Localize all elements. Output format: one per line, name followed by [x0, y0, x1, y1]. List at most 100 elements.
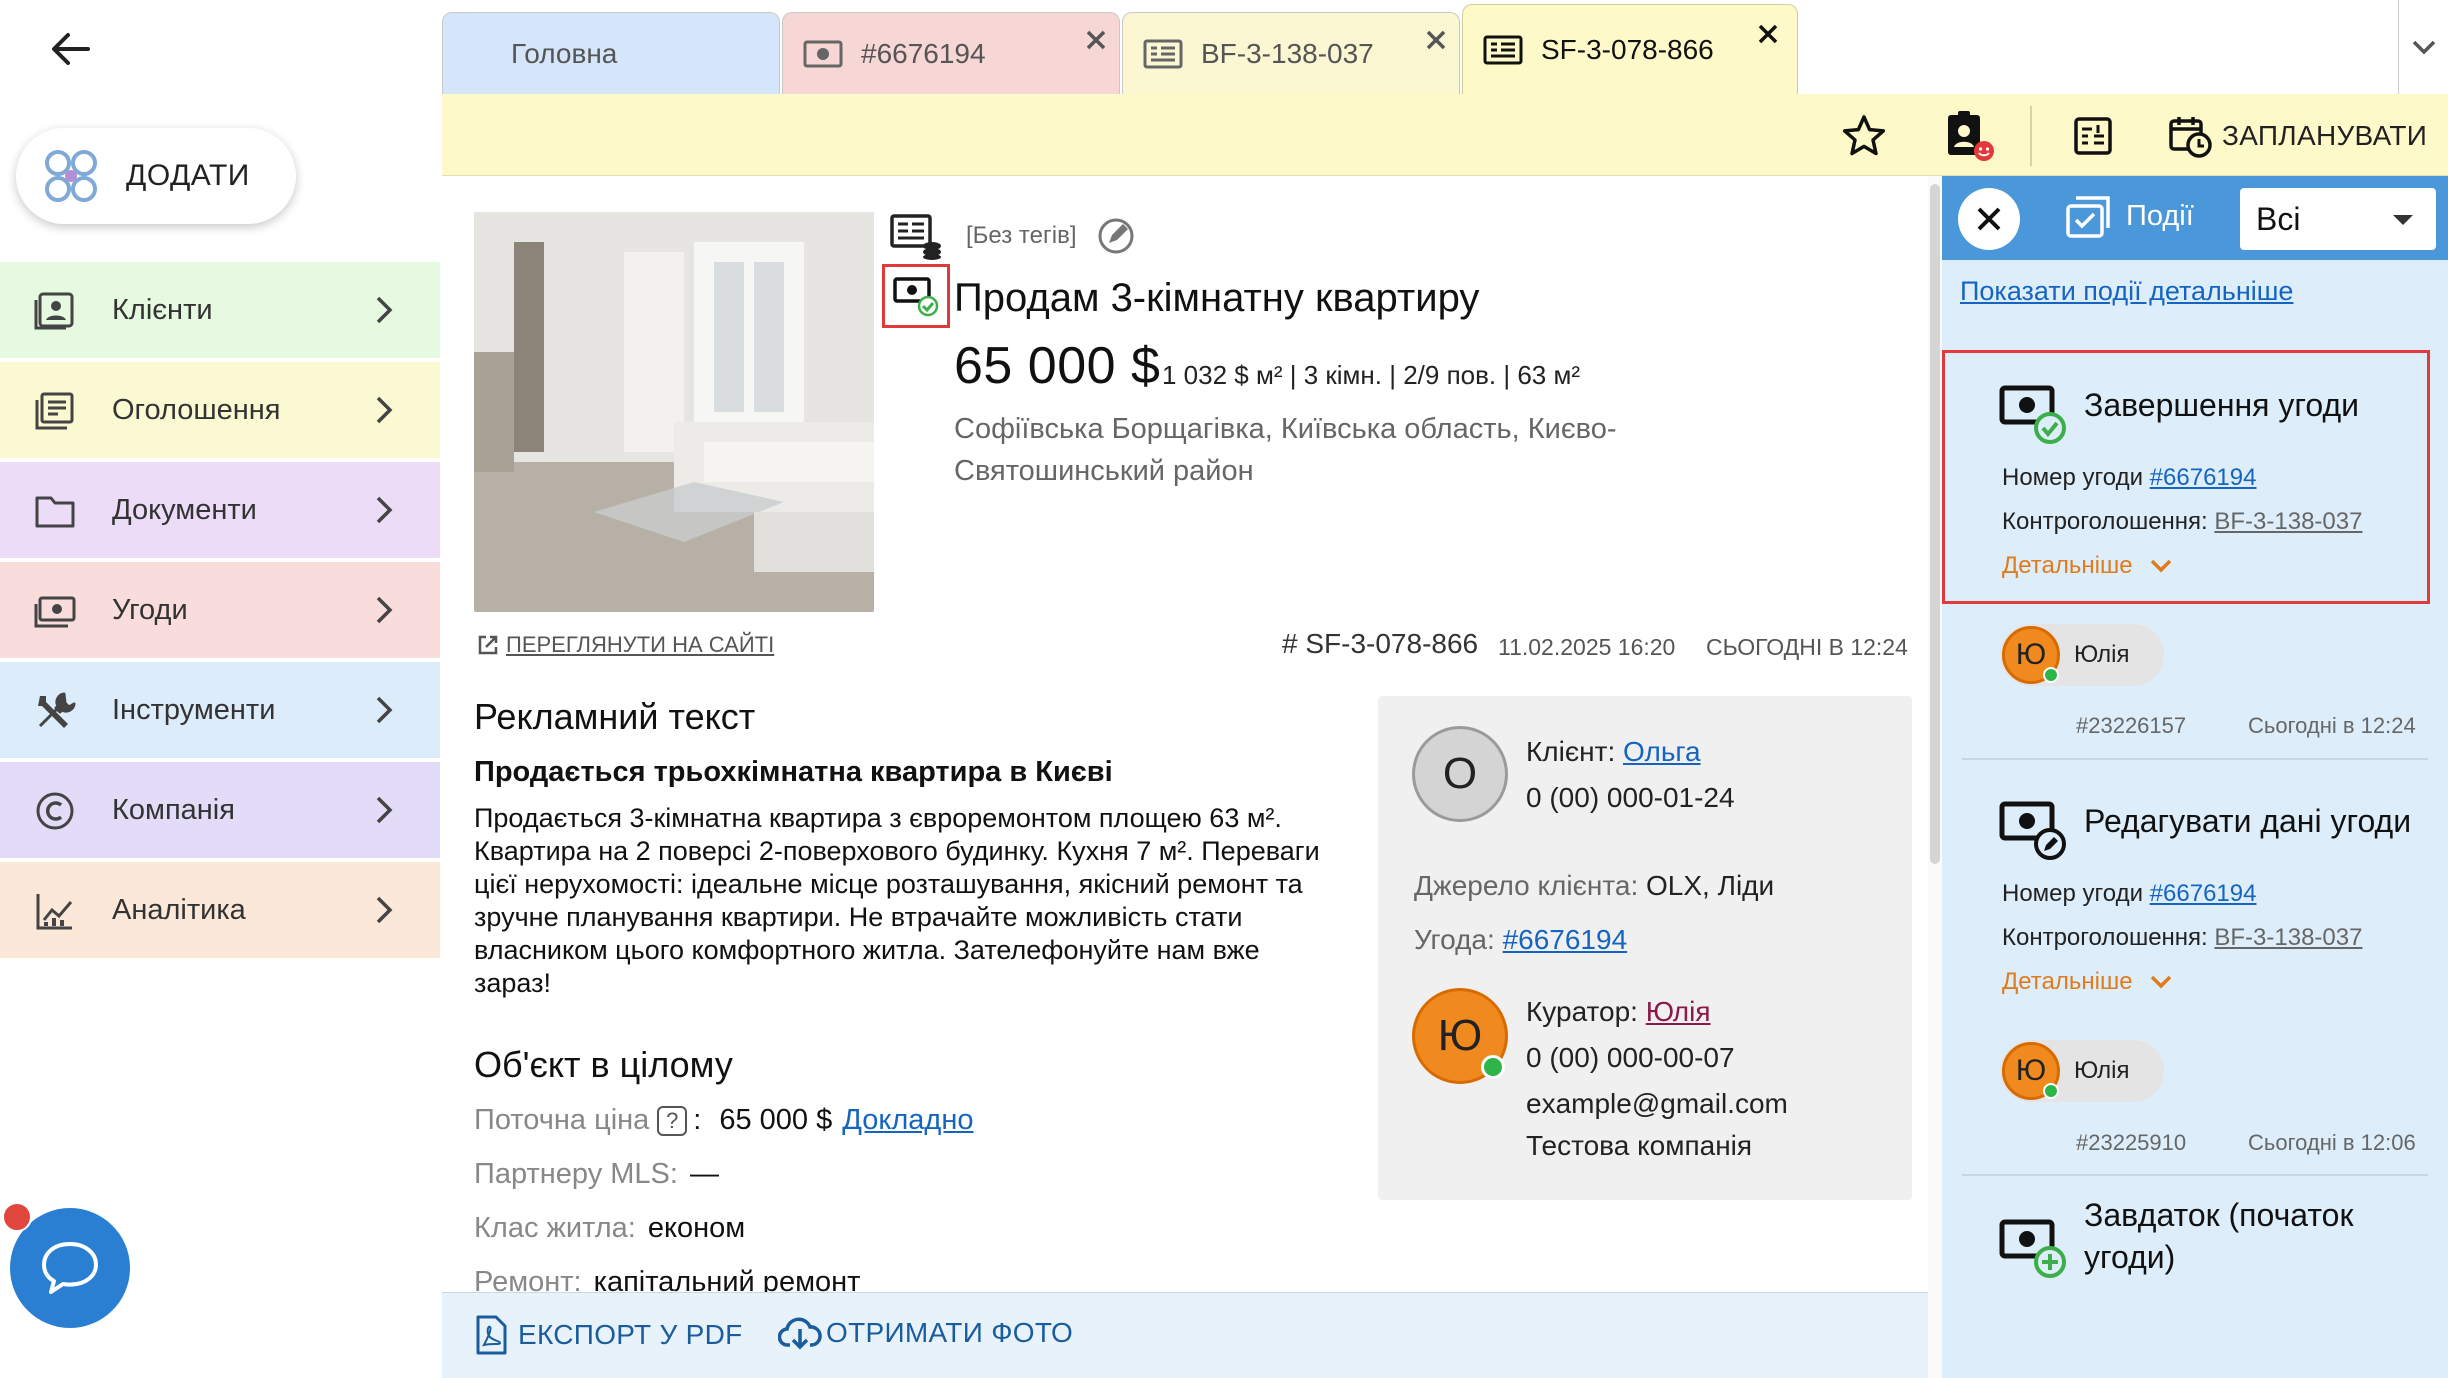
event-counter-key: Контроголошення:	[2002, 508, 2208, 535]
tab-label: BF-3-138-037	[1201, 37, 1374, 69]
sidebar-item-company[interactable]: Компанія	[0, 762, 440, 858]
calendar-check-icon	[2066, 196, 2110, 238]
event-title: Завдаток (початок угоди)	[2084, 1194, 2353, 1278]
sidebar-item-deals[interactable]: Угоди	[0, 562, 440, 658]
user-initial: Ю	[2015, 1054, 2047, 1087]
export-pdf-label: ЕКСПОРТ У PDF	[518, 1319, 743, 1350]
client-reaction-button[interactable]	[1942, 111, 1996, 161]
event-counter-key: Контроголошення:	[2002, 924, 2208, 951]
created-date: 11.02.2025 16:20	[1498, 634, 1676, 660]
sidebar-item-listings[interactable]: Оголошення	[0, 362, 440, 458]
calculator-button[interactable]	[2072, 112, 2114, 160]
deal-status-highlight[interactable]	[882, 264, 950, 328]
user-avatar: Ю	[2002, 1042, 2060, 1100]
event-deal-line: Номер угоди #6676194	[2002, 880, 2256, 908]
chevron-right-icon	[376, 796, 393, 824]
online-status-dot	[2043, 1083, 2059, 1099]
curator-phone[interactable]: 0 (00) 000-00-07	[1526, 1042, 1735, 1074]
tab-counter-listing[interactable]: BF-3-138-037	[1122, 12, 1460, 94]
event-counter-link[interactable]: BF-3-138-037	[2214, 924, 2362, 951]
sidebar-item-label: Клієнти	[112, 293, 213, 326]
sidebar-item-clients[interactable]: Клієнти	[0, 262, 440, 358]
get-photos-button[interactable]: ОТРИМАТИ ФОТО	[778, 1315, 1073, 1351]
tab-home[interactable]: Головна	[442, 12, 780, 94]
export-pdf-button[interactable]: ЕКСПОРТ У PDF	[474, 1315, 743, 1355]
tab-deal[interactable]: #6676194	[782, 12, 1120, 94]
event-user-chip[interactable]: Ю Юлія	[2000, 1040, 2164, 1102]
chevron-right-icon	[376, 396, 393, 424]
main-scrollbar[interactable]	[1928, 176, 1942, 1378]
add-logo-icon	[45, 150, 97, 202]
tab-label: #6676194	[861, 37, 986, 69]
property-value: —	[689, 1158, 719, 1190]
event-user-chip[interactable]: Ю Юлія	[2000, 624, 2164, 686]
tab-list-dropdown[interactable]	[2398, 0, 2448, 94]
event-deal-key: Номер угоди	[2002, 880, 2143, 907]
main-scrollbar-thumb[interactable]	[1930, 184, 1940, 864]
sidebar-item-analytics[interactable]: Аналітика	[0, 862, 440, 958]
help-icon[interactable]: ?	[657, 1105, 688, 1136]
notification-dot	[2, 1202, 32, 1232]
event-deal-link[interactable]: #6676194	[2150, 880, 2257, 907]
ad-text-heading: Рекламний текст	[474, 696, 756, 737]
client-name-link[interactable]: Ольга	[1623, 736, 1701, 767]
edit-tags-icon[interactable]	[1096, 216, 1136, 256]
client-phone[interactable]: 0 (00) 000-01-24	[1526, 782, 1735, 814]
listing-photo[interactable]	[474, 212, 874, 612]
source-key: Джерело клієнта:	[1414, 870, 1639, 901]
schedule-button[interactable]: ЗАПЛАНУВАТИ	[2168, 112, 2427, 160]
add-button[interactable]: ДОДАТИ	[16, 128, 296, 224]
client-key: Клієнт:	[1526, 736, 1616, 767]
event-item[interactable]: Завершення угоди Номер угоди #6676194 Ко…	[1962, 366, 2428, 596]
tab-current-listing[interactable]: SF-3-078-866	[1462, 4, 1798, 94]
event-deal-link[interactable]: #6676194	[2150, 464, 2257, 491]
event-item[interactable]: Редагувати дані угоди Номер угоди #66761…	[1962, 782, 2428, 1012]
show-detailed-events-link[interactable]: Показати події детальніше	[1960, 276, 2293, 307]
favorite-button[interactable]	[1840, 112, 1888, 160]
close-icon[interactable]	[1083, 27, 1109, 53]
event-counter-link[interactable]: BF-3-138-037	[2214, 508, 2362, 535]
deal-completed-icon	[893, 277, 939, 317]
event-item[interactable]: Завдаток (початок угоди)	[1962, 1188, 2428, 1368]
close-icon[interactable]	[1755, 21, 1781, 47]
back-arrow-icon[interactable]	[44, 22, 98, 76]
online-status-dot	[1481, 1055, 1505, 1079]
calendar-clock-icon	[2169, 117, 2212, 158]
property-value: економ	[647, 1212, 746, 1244]
listing-details: [Без тегів] Продам 3-кімнатну квартиру 6…	[442, 176, 1928, 1292]
view-on-site-link[interactable]: ПЕРЕГЛЯНУТИ НА САЙТІ	[476, 632, 774, 658]
event-title: Редагувати дані угоди	[2084, 803, 2412, 839]
object-heading: Об'єкт в цілому	[474, 1044, 733, 1085]
curator-name-link[interactable]: Юлія	[1646, 996, 1711, 1027]
deal-link[interactable]: #6676194	[1503, 924, 1628, 955]
sidebar-item-label: Компанія	[112, 793, 235, 826]
chat-bubble-icon	[42, 1242, 98, 1294]
event-deal-key: Номер угоди	[2002, 464, 2143, 491]
chevron-right-icon	[376, 896, 393, 924]
event-more-toggle[interactable]: Детальніше	[2002, 968, 2173, 996]
deal-key: Угода:	[1414, 924, 1495, 955]
event-counter-line: Контроголошення: BF-3-138-037	[2002, 924, 2362, 952]
event-more-toggle[interactable]: Детальніше	[2002, 552, 2173, 580]
sidebar-item-tools[interactable]: Інструменти	[0, 662, 440, 758]
event-time: Сьогодні в 12:06	[2248, 1130, 2416, 1155]
calculator-icon	[2074, 117, 2112, 155]
property-mls-partner: Партнеру MLS: —	[474, 1158, 719, 1191]
listing-icon	[1483, 35, 1523, 64]
events-panel: Події Всі Показати події детальніше Заве…	[1942, 176, 2448, 1378]
price-details-link[interactable]: Докладно	[842, 1104, 973, 1137]
chevron-down-icon	[2150, 559, 2171, 573]
sidebar-item-label: Документи	[112, 493, 257, 526]
folder-icon	[35, 496, 75, 528]
close-icon[interactable]	[1423, 27, 1449, 53]
close-events-button[interactable]	[1958, 188, 2020, 250]
client-name-line: Клієнт: Ольга	[1526, 736, 1701, 768]
listing-address: Софіївська Борщагівка, Київська область,…	[954, 413, 1617, 487]
pdf-file-icon	[476, 1315, 507, 1355]
event-time: Сьогодні в 12:24	[2248, 713, 2416, 738]
sidebar-item-documents[interactable]: Документи	[0, 462, 440, 558]
chevron-down-icon	[2412, 40, 2435, 55]
curator-email[interactable]: example@gmail.com	[1526, 1088, 1788, 1120]
events-filter-select[interactable]: Всі	[2240, 188, 2436, 250]
events-title-label: Події	[2126, 199, 2194, 232]
